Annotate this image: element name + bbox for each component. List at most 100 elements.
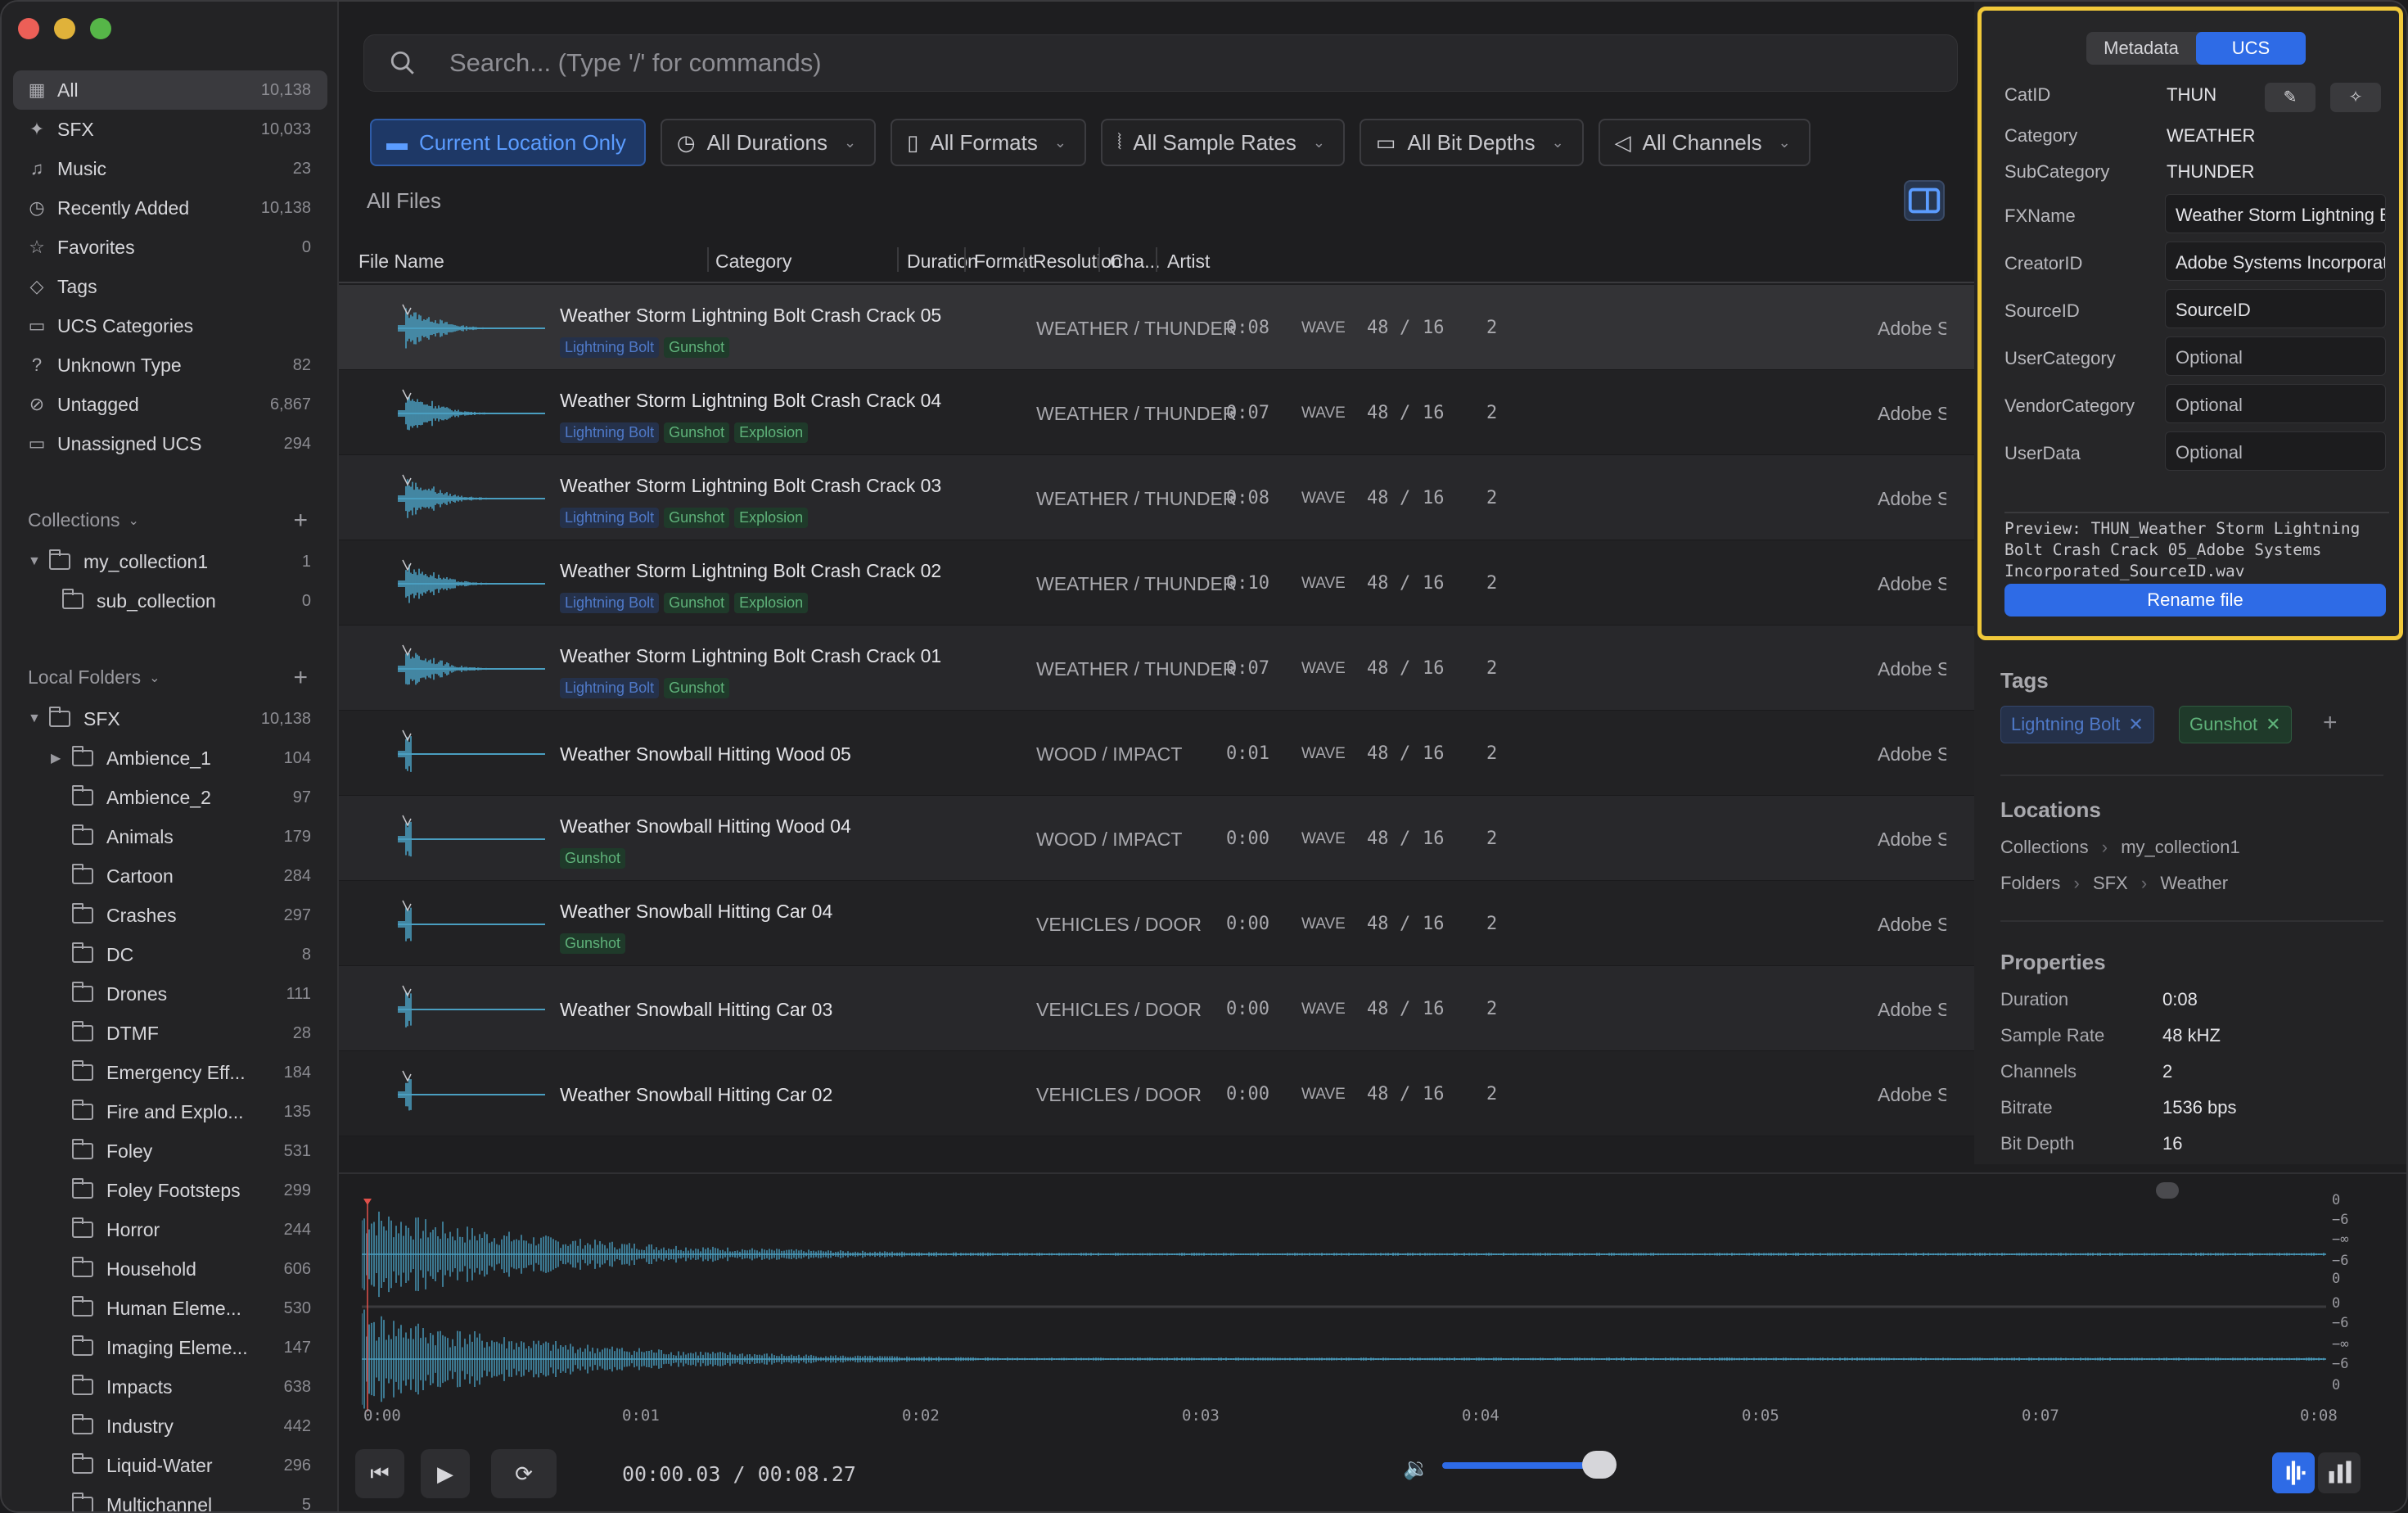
add-folder-button[interactable]: + — [293, 664, 308, 692]
column-header[interactable]: File Name — [358, 251, 444, 273]
sidebar-item[interactable]: ☆ Favorites 0 — [13, 228, 327, 267]
table-row[interactable]: Weather Snowball Hitting Car 02 VEHICLES … — [339, 1051, 1974, 1136]
filter-dropdown[interactable]: ▬ Current Location Only — [370, 119, 646, 166]
folder-item[interactable]: DTMF 28 — [13, 1014, 327, 1053]
waveform-thumbnail[interactable] — [397, 1069, 545, 1120]
sidebar-item[interactable]: ◇ Tags — [13, 267, 327, 306]
folder-item[interactable]: Horror 244 — [13, 1210, 327, 1249]
waveform-thumbnail[interactable] — [397, 473, 545, 524]
vendorcategory-field[interactable]: Optional — [2165, 384, 2386, 423]
close-icon[interactable]: ✕ — [2128, 714, 2143, 735]
toggle-panel-button[interactable] — [1904, 180, 1945, 221]
waveform-thumbnail[interactable] — [397, 558, 545, 609]
folder-item[interactable]: Animals 179 — [13, 817, 327, 856]
usercategory-field[interactable]: Optional — [2165, 336, 2386, 376]
collection-item[interactable]: sub_collection 0 — [13, 581, 327, 621]
folder-item[interactable]: Impacts 638 — [13, 1367, 327, 1407]
folder-item[interactable]: ▶ Ambience_1 104 — [13, 738, 327, 778]
folder-item[interactable]: Ambience_2 97 — [13, 778, 327, 817]
column-header[interactable]: Artist — [1167, 251, 1210, 273]
breadcrumb-item[interactable]: Weather — [2160, 873, 2228, 893]
column-header[interactable]: Resolution — [1033, 251, 1122, 273]
table-row[interactable]: Weather Storm Lightning Bolt Crash Crack… — [339, 455, 1974, 540]
rename-file-button[interactable]: Rename file — [2004, 584, 2386, 616]
search-input[interactable]: Search... (Type '/' for commands) — [449, 48, 822, 78]
folder-item[interactable]: Industry 442 — [13, 1407, 327, 1446]
waveform-thumbnail[interactable] — [397, 899, 545, 950]
column-header[interactable]: Category — [715, 251, 791, 273]
add-collection-button[interactable]: + — [293, 507, 308, 535]
column-header[interactable]: Duration — [907, 251, 978, 273]
auto-catid-button[interactable]: ✧ — [2330, 83, 2381, 112]
collection-item[interactable]: ▼ my_collection1 1 — [13, 542, 327, 581]
close-window-button[interactable] — [18, 18, 39, 39]
column-header[interactable]: Cha... — [1110, 251, 1160, 273]
minimize-window-button[interactable] — [54, 18, 75, 39]
breadcrumb-item[interactable]: my_collection1 — [2121, 837, 2240, 857]
filter-dropdown[interactable]: ▭ All Bit Depths ⌄ — [1359, 119, 1584, 166]
speaker-icon[interactable]: 🔉 — [1403, 1456, 1429, 1481]
folder-item[interactable]: DC 8 — [13, 935, 327, 974]
add-tag-button[interactable]: + — [2323, 709, 2338, 737]
waveform-thumbnail[interactable] — [397, 644, 545, 694]
waveform-thumbnail[interactable] — [397, 984, 545, 1035]
waveform-thumbnail[interactable] — [397, 388, 545, 439]
folder-item[interactable]: Cartoon 284 — [13, 856, 327, 896]
sidebar-item[interactable]: ⊘ Untagged 6,867 — [13, 385, 327, 424]
collections-header[interactable]: Collections ⌄ + — [28, 507, 308, 534]
userdata-field[interactable]: Optional — [2165, 431, 2386, 471]
column-divider[interactable] — [897, 247, 899, 272]
search-bar[interactable]: Search... (Type '/' for commands) — [363, 34, 1958, 92]
zoom-handle[interactable] — [2156, 1182, 2179, 1199]
waveform-thumbnail[interactable] — [397, 303, 545, 354]
spectrum-view-button[interactable] — [2318, 1452, 2361, 1493]
waveform-view-button[interactable] — [2272, 1452, 2315, 1493]
table-row[interactable]: Weather Snowball Hitting Wood 04 Gunshot W… — [339, 796, 1974, 881]
folder-item[interactable]: Liquid-Water 296 — [13, 1446, 327, 1485]
tag-chip[interactable]: Lightning Bolt ✕ — [2000, 706, 2154, 743]
volume-slider[interactable] — [1442, 1462, 1597, 1469]
filter-dropdown[interactable]: ◷ All Durations ⌄ — [660, 119, 877, 166]
sidebar-item[interactable]: ▭ Unassigned UCS 294 — [13, 424, 327, 463]
breadcrumb-item[interactable]: Folders — [2000, 873, 2060, 893]
tag-chip[interactable]: Gunshot ✕ — [2179, 706, 2292, 743]
column-divider[interactable] — [1098, 247, 1100, 272]
sidebar-item[interactable]: ✦ SFX 10,033 — [13, 110, 327, 149]
table-row[interactable]: Weather Storm Lightning Bolt Crash Crack… — [339, 540, 1974, 626]
folder-item[interactable]: Multichannel 5 — [13, 1485, 327, 1511]
folder-item[interactable]: Crashes 297 — [13, 896, 327, 935]
sidebar-item[interactable]: ? Unknown Type 82 — [13, 346, 327, 385]
fxname-field[interactable]: Weather Storm Lightning Bolt Crash Crack… — [2165, 194, 2386, 233]
zoom-window-button[interactable] — [90, 18, 111, 39]
play-button[interactable]: ▶ — [421, 1449, 470, 1498]
disclosure-triangle-icon[interactable]: ▶ — [51, 750, 64, 766]
breadcrumb-item[interactable]: Collections — [2000, 837, 2089, 857]
sidebar-item[interactable]: ◷ Recently Added 10,138 — [13, 188, 327, 228]
breadcrumb-item[interactable]: SFX — [2093, 873, 2128, 893]
table-row[interactable]: Weather Snowball Hitting Car 04 Gunshot VE… — [339, 881, 1974, 966]
table-row[interactable]: Weather Storm Lightning Bolt Crash Crack… — [339, 626, 1974, 711]
folder-item[interactable]: Human Eleme... 530 — [13, 1289, 327, 1328]
sidebar-item[interactable]: ♫ Music 23 — [13, 149, 327, 188]
disclosure-triangle-icon[interactable]: ▼ — [28, 554, 41, 569]
sidebar-item[interactable]: ▭ UCS Categories — [13, 306, 327, 346]
table-row[interactable]: Weather Snowball Hitting Wood 05 WOOD / I… — [339, 711, 1974, 796]
tab-metadata[interactable]: Metadata — [2086, 32, 2196, 65]
waveform-thumbnail[interactable] — [397, 814, 545, 865]
waveform-thumbnail[interactable] — [397, 729, 545, 779]
waveform-display[interactable] — [362, 1199, 2326, 1418]
sourceid-field[interactable]: SourceID — [2165, 289, 2386, 328]
column-divider[interactable] — [1023, 247, 1025, 272]
folder-item[interactable]: Fire and Explo... 135 — [13, 1092, 327, 1131]
folder-item[interactable]: Drones 111 — [13, 974, 327, 1014]
disclosure-triangle-icon[interactable]: ▼ — [28, 711, 41, 726]
filter-dropdown[interactable]: ▯ All Formats ⌄ — [891, 119, 1086, 166]
tab-ucs[interactable]: UCS — [2196, 32, 2306, 65]
creatorid-field[interactable]: Adobe Systems Incorporated — [2165, 242, 2386, 281]
folder-item[interactable]: Foley 531 — [13, 1131, 327, 1171]
table-row[interactable]: Weather Storm Lightning Bolt Crash Crack… — [339, 370, 1974, 455]
folder-item[interactable]: Foley Footsteps 299 — [13, 1171, 327, 1210]
filter-dropdown[interactable]: ⦚ All Sample Rates ⌄ — [1100, 119, 1345, 166]
column-divider[interactable] — [1156, 247, 1157, 272]
volume-knob[interactable] — [1582, 1451, 1617, 1479]
